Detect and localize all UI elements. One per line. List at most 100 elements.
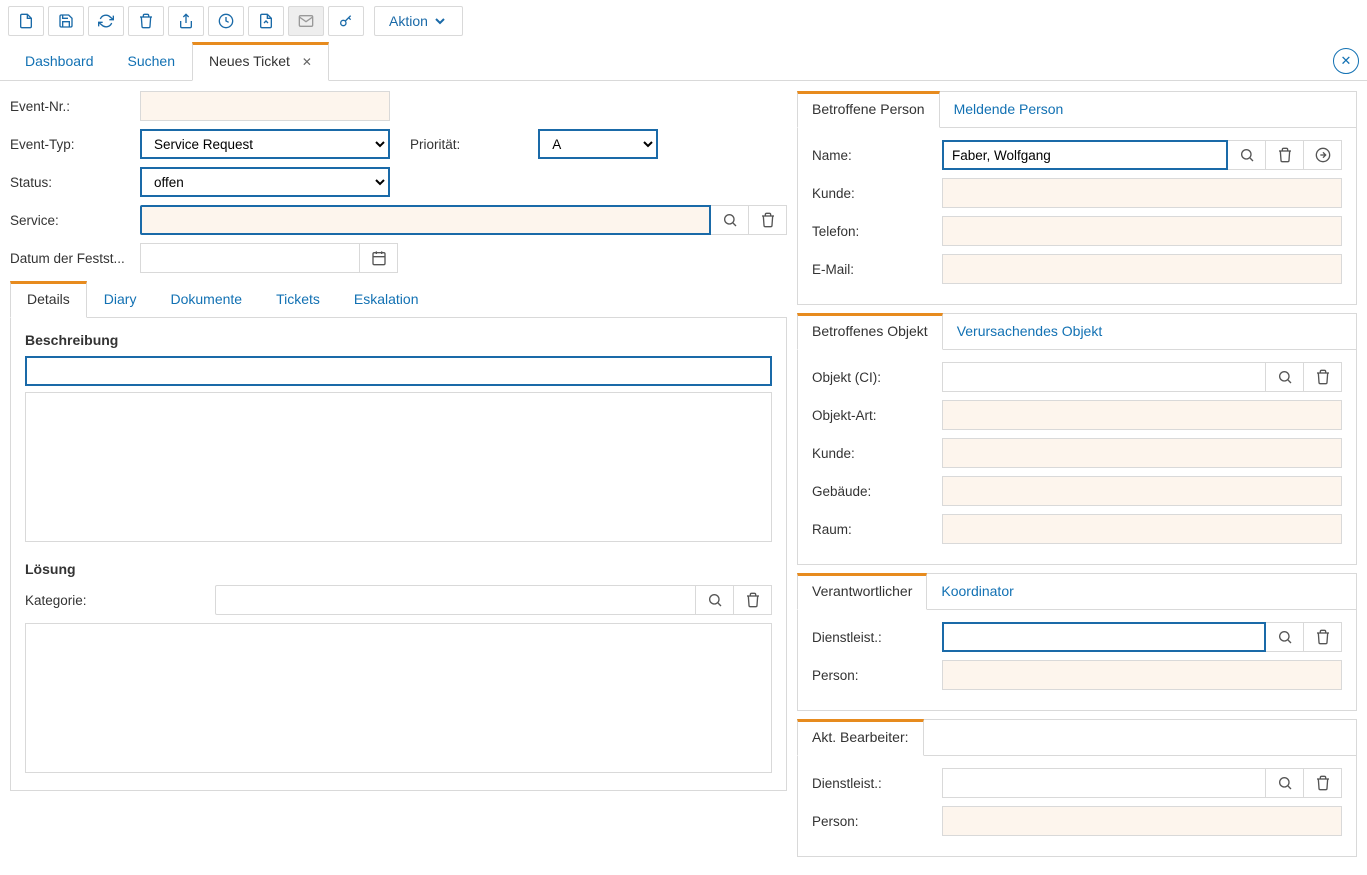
main-tabs: Dashboard Suchen Neues Ticket ✕ ✕ (0, 42, 1367, 81)
name-input[interactable] (942, 140, 1228, 170)
ci-clear-button[interactable] (1304, 362, 1342, 392)
name-goto-button[interactable] (1304, 140, 1342, 170)
tab-label: Details (27, 291, 70, 307)
category-input[interactable] (215, 585, 696, 615)
obj-kunde-input[interactable] (942, 438, 1342, 468)
dienst-input[interactable] (942, 622, 1266, 652)
tab-tickets[interactable]: Tickets (259, 281, 337, 318)
mail-icon (298, 13, 314, 29)
event-nr-label: Event-Nr.: (10, 99, 140, 114)
key-button[interactable] (328, 6, 364, 36)
person-label: Person: (812, 668, 942, 683)
tab-label: Akt. Bearbeiter: (812, 729, 909, 745)
date-label: Datum der Festst... (10, 251, 140, 266)
event-type-label: Event-Typ: (10, 137, 140, 152)
dienst-search-button[interactable] (1266, 622, 1304, 652)
akt-dienst-input[interactable] (942, 768, 1266, 798)
mail-button (288, 6, 324, 36)
kunde-label: Kunde: (812, 186, 942, 201)
tab-eskalation[interactable]: Eskalation (337, 281, 436, 318)
tab-dokumente[interactable]: Dokumente (153, 281, 259, 318)
akt-person-input[interactable] (942, 806, 1342, 836)
dienst-label: Dienstleist.: (812, 630, 942, 645)
key-icon (338, 13, 354, 29)
kunde-input[interactable] (942, 178, 1342, 208)
refresh-button[interactable] (88, 6, 124, 36)
tab-dashboard[interactable]: Dashboard (8, 42, 111, 81)
right-column: Betroffene Person Meldende Person Name: … (797, 91, 1357, 865)
tab-neues-ticket[interactable]: Neues Ticket ✕ (192, 42, 329, 81)
service-clear-button[interactable] (749, 205, 787, 235)
date-input[interactable] (140, 243, 360, 273)
calendar-icon (371, 250, 387, 266)
tab-label: Neues Ticket (209, 53, 290, 69)
akt-dienst-clear-button[interactable] (1304, 768, 1342, 798)
tab-label: Eskalation (354, 291, 419, 307)
akt-dienst-search-button[interactable] (1266, 768, 1304, 798)
tab-details[interactable]: Details (10, 281, 87, 318)
telefon-input[interactable] (942, 216, 1342, 246)
tab-suchen[interactable]: Suchen (111, 42, 192, 81)
tab-koordinator[interactable]: Koordinator (926, 573, 1028, 610)
tab-label: Verursachendes Objekt (957, 323, 1103, 339)
tab-label: Meldende Person (954, 101, 1064, 117)
history-button[interactable] (208, 6, 244, 36)
name-search-button[interactable] (1228, 140, 1266, 170)
category-clear-button[interactable] (734, 585, 772, 615)
telefon-label: Telefon: (812, 224, 942, 239)
pdf-button[interactable] (248, 6, 284, 36)
aktion-dropdown[interactable]: Aktion (374, 6, 463, 36)
close-all-button[interactable]: ✕ (1333, 48, 1359, 74)
tab-betroffene-person[interactable]: Betroffene Person (797, 91, 940, 128)
tab-verantwortlicher[interactable]: Verantwortlicher (797, 573, 927, 610)
event-type-select[interactable]: Service Request (140, 129, 390, 159)
ci-search-button[interactable] (1266, 362, 1304, 392)
search-icon (1239, 147, 1255, 163)
art-input[interactable] (942, 400, 1342, 430)
akt-person-label: Person: (812, 814, 942, 829)
status-label: Status: (10, 175, 140, 190)
priority-select[interactable]: A (538, 129, 658, 159)
gebaeude-input[interactable] (942, 476, 1342, 506)
name-clear-button[interactable] (1266, 140, 1304, 170)
tab-label: Koordinator (941, 583, 1013, 599)
tab-label: Betroffene Person (812, 101, 925, 117)
description-title-input[interactable] (25, 356, 772, 386)
new-doc-button[interactable] (8, 6, 44, 36)
detail-tabs: Details Diary Dokumente Tickets Eskalati… (10, 281, 787, 318)
email-input[interactable] (942, 254, 1342, 284)
resp-person-input[interactable] (942, 660, 1342, 690)
category-search-button[interactable] (696, 585, 734, 615)
delete-button[interactable] (128, 6, 164, 36)
tab-meldende-person[interactable]: Meldende Person (939, 91, 1079, 128)
details-section: Beschreibung Lösung Kategorie: (10, 318, 787, 791)
close-icon[interactable]: ✕ (302, 55, 312, 69)
solution-heading: Lösung (25, 561, 772, 577)
tab-label: Tickets (276, 291, 320, 307)
status-select[interactable]: offen (140, 167, 390, 197)
service-input[interactable] (140, 205, 711, 235)
save-button[interactable] (48, 6, 84, 36)
tab-verursachendes-objekt[interactable]: Verursachendes Objekt (942, 313, 1118, 350)
date-picker-button[interactable] (360, 243, 398, 273)
tab-betroffenes-objekt[interactable]: Betroffenes Objekt (797, 313, 943, 350)
tab-diary[interactable]: Diary (87, 281, 154, 318)
category-label: Kategorie: (25, 593, 215, 608)
akt-bearbeiter-panel: Akt. Bearbeiter: Dienstleist.: Person: (797, 719, 1357, 857)
share-button[interactable] (168, 6, 204, 36)
tab-akt-bearbeiter[interactable]: Akt. Bearbeiter: (797, 719, 924, 756)
dienst-clear-button[interactable] (1304, 622, 1342, 652)
ci-input[interactable] (942, 362, 1266, 392)
object-panel: Betroffenes Objekt Verursachendes Objekt… (797, 313, 1357, 565)
responsible-panel: Verantwortlicher Koordinator Dienstleist… (797, 573, 1357, 711)
event-nr-input[interactable] (140, 91, 390, 121)
name-label: Name: (812, 148, 942, 163)
save-icon (58, 13, 74, 29)
description-body-textarea[interactable] (25, 392, 772, 542)
search-icon (707, 592, 723, 608)
toolbar: Aktion (0, 0, 1367, 42)
aktion-label: Aktion (389, 13, 428, 29)
solution-body-textarea[interactable] (25, 623, 772, 773)
raum-input[interactable] (942, 514, 1342, 544)
service-search-button[interactable] (711, 205, 749, 235)
